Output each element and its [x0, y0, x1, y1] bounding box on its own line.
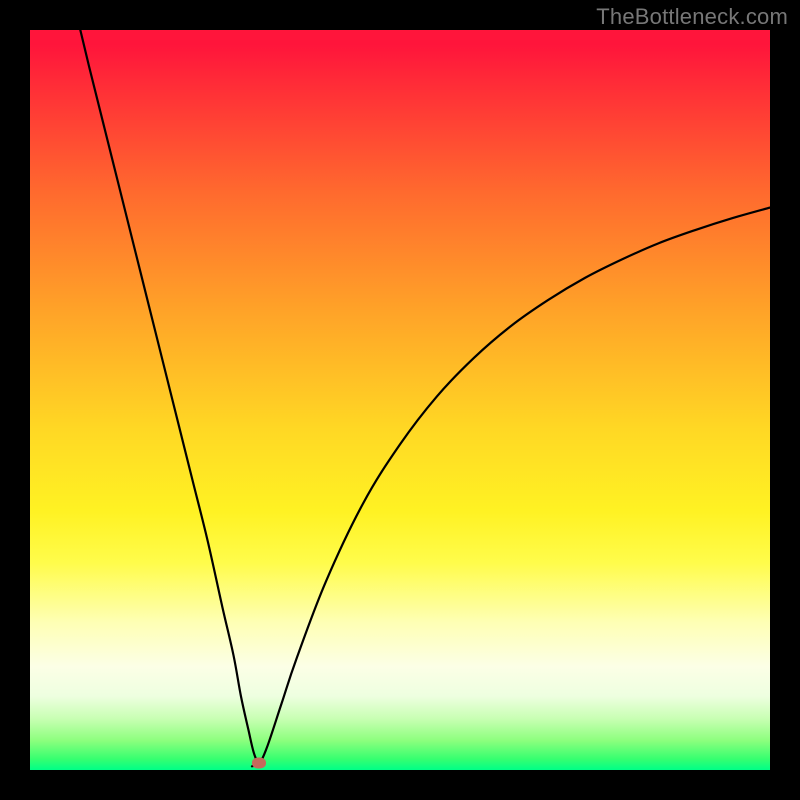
minimum-marker	[252, 757, 266, 768]
curve-layer	[30, 30, 770, 770]
curve-path	[80, 30, 770, 766]
chart-stage: TheBottleneck.com	[0, 0, 800, 800]
plot-area	[30, 30, 770, 770]
watermark-text: TheBottleneck.com	[596, 4, 788, 30]
